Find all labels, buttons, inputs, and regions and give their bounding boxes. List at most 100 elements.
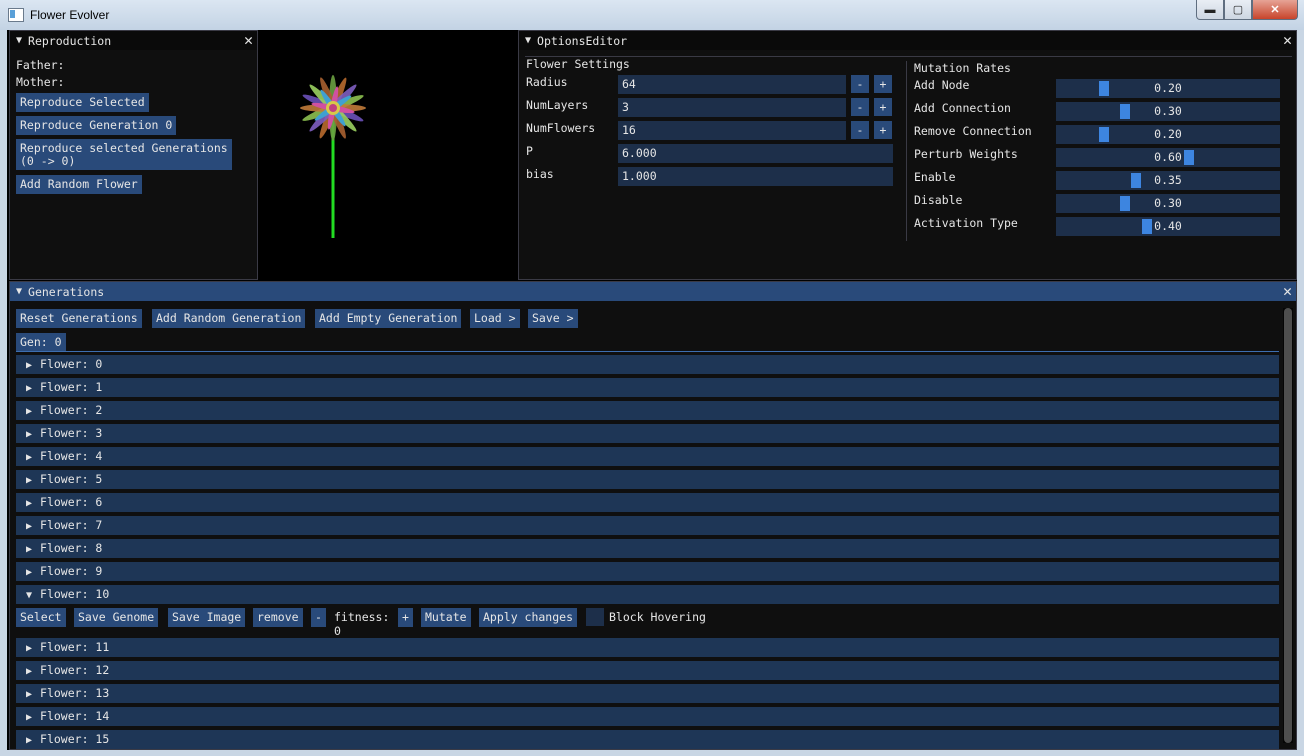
numlayers-increment-button[interactable]: +	[874, 98, 892, 116]
collapse-triangle-icon[interactable]: ▼	[525, 35, 531, 46]
generations-scrollbar[interactable]	[1283, 308, 1293, 743]
add-random-generation-button[interactable]: Add Random Generation	[152, 309, 306, 328]
expand-triangle-icon: ▶	[26, 689, 33, 700]
slider-value: 0.20	[1154, 81, 1182, 95]
p-input[interactable]: 6.000	[618, 144, 893, 163]
close-icon[interactable]: ✕	[1283, 283, 1292, 300]
collapse-triangle-icon[interactable]: ▼	[16, 286, 22, 297]
fitness-decrement-button[interactable]: -	[311, 608, 326, 627]
slider-value: 0.60	[1154, 150, 1182, 164]
save-button[interactable]: Save >	[528, 309, 578, 328]
slider-value: 0.20	[1154, 127, 1182, 141]
activation-type-slider[interactable]: 0.40	[1056, 217, 1280, 236]
window-titlebar: Flower Evolver ▬ ▢ ✕	[0, 0, 1304, 30]
flower-label: Flower: 13	[40, 686, 110, 700]
remove-connection-slider[interactable]: 0.20	[1056, 125, 1280, 144]
apply-changes-button[interactable]: Apply changes	[479, 608, 578, 627]
expand-triangle-icon: ▶	[26, 498, 33, 509]
options-editor-title-bar[interactable]: ▼ OptionsEditor ✕	[519, 31, 1296, 50]
options-editor-panel: ▼ OptionsEditor ✕ Flower Settings Radius…	[518, 30, 1297, 280]
flower-row-13[interactable]: ▶ Flower: 13	[16, 684, 1279, 703]
perturb-weights-slider[interactable]: 0.60	[1056, 148, 1280, 167]
flower-row-9[interactable]: ▶ Flower: 9	[16, 562, 1279, 581]
reproduce-generation-button[interactable]: Reproduce Generation 0	[16, 116, 177, 135]
select-flower-button[interactable]: Select	[16, 608, 66, 627]
flower-row-2[interactable]: ▶ Flower: 2	[16, 401, 1279, 420]
flower-label: Flower: 11	[40, 640, 110, 654]
radius-input[interactable]: 64	[618, 75, 846, 94]
add-connection-slider[interactable]: 0.30	[1056, 102, 1280, 121]
flower-row-6[interactable]: ▶ Flower: 6	[16, 493, 1279, 512]
expand-triangle-icon: ▶	[26, 521, 33, 532]
flower-row-14[interactable]: ▶ Flower: 14	[16, 707, 1279, 726]
flower-row-11[interactable]: ▶ Flower: 11	[16, 638, 1279, 657]
flower-label: Flower: 8	[40, 541, 103, 555]
fitness-increment-button[interactable]: +	[398, 608, 413, 627]
flower-row-1[interactable]: ▶ Flower: 1	[16, 378, 1279, 397]
p-label: P	[526, 144, 533, 158]
numlayers-label: NumLayers	[526, 98, 589, 112]
reset-generations-button[interactable]: Reset Generations	[16, 309, 142, 328]
radius-decrement-button[interactable]: -	[851, 75, 869, 93]
expand-triangle-icon: ▶	[26, 406, 33, 417]
close-window-button[interactable]: ✕	[1252, 0, 1298, 20]
collapse-triangle-icon[interactable]: ▼	[16, 35, 22, 46]
options-editor-title: OptionsEditor	[537, 33, 628, 48]
block-hovering-checkbox[interactable]	[586, 608, 604, 626]
flower-row-0[interactable]: ▶ Flower: 0	[16, 355, 1279, 374]
numlayers-decrement-button[interactable]: -	[851, 98, 869, 116]
flower-row-8[interactable]: ▶ Flower: 8	[16, 539, 1279, 558]
close-icon[interactable]: ✕	[244, 32, 253, 49]
fitness-label: fitness:	[334, 610, 390, 624]
flower-row-4[interactable]: ▶ Flower: 4	[16, 447, 1279, 466]
tab-gen-0[interactable]: Gen: 0	[16, 333, 66, 351]
generations-title-bar[interactable]: ▼ Generations ✕	[10, 282, 1296, 301]
flower-row-5[interactable]: ▶ Flower: 5	[16, 470, 1279, 489]
add-empty-generation-button[interactable]: Add Empty Generation	[315, 309, 462, 328]
maximize-button[interactable]: ▢	[1224, 0, 1252, 20]
close-icon[interactable]: ✕	[1283, 32, 1292, 49]
flower-row-10[interactable]: ▼ Flower: 10	[16, 585, 1279, 604]
expand-triangle-icon: ▶	[26, 360, 33, 371]
load-button[interactable]: Load >	[470, 309, 520, 328]
flower-label: Flower: 6	[40, 495, 103, 509]
reproduction-panel-title[interactable]: ▼ Reproduction ✕	[10, 31, 257, 50]
bias-input[interactable]: 1.000	[618, 167, 893, 186]
enable-slider[interactable]: 0.35	[1056, 171, 1280, 190]
numflowers-decrement-button[interactable]: -	[851, 121, 869, 139]
save-genome-button[interactable]: Save Genome	[74, 608, 159, 627]
minimize-button[interactable]: ▬	[1196, 0, 1224, 20]
add-node-label: Add Node	[914, 78, 970, 92]
expand-triangle-icon: ▶	[26, 452, 33, 463]
numlayers-input[interactable]: 3	[618, 98, 846, 117]
generations-title: Generations	[28, 284, 105, 299]
save-image-button[interactable]: Save Image	[168, 608, 246, 627]
flower-label: Flower: 3	[40, 426, 103, 440]
add-node-slider[interactable]: 0.20	[1056, 79, 1280, 98]
numflowers-increment-button[interactable]: +	[874, 121, 892, 139]
fitness-value: 0	[334, 624, 341, 638]
app-canvas: ▼ Reproduction ✕ Father: Mother: Reprodu…	[7, 30, 1297, 750]
activation-type-label: Activation Type	[914, 216, 1018, 230]
scrollbar-thumb[interactable]	[1284, 308, 1292, 743]
expand-triangle-icon: ▶	[26, 383, 33, 394]
add-random-flower-button[interactable]: Add Random Flower	[16, 175, 142, 194]
flower-preview-image	[300, 75, 366, 238]
generations-panel: ▼ Generations ✕ Reset Generations Add Ra…	[9, 281, 1297, 750]
flower-row-12[interactable]: ▶ Flower: 12	[16, 661, 1279, 680]
numflowers-input[interactable]: 16	[618, 121, 846, 140]
add-connection-label: Add Connection	[914, 101, 1011, 115]
reproduce-selected-generations-line2: (0 -> 0)	[20, 154, 76, 168]
radius-increment-button[interactable]: +	[874, 75, 892, 93]
remove-connection-label: Remove Connection	[914, 124, 1032, 138]
mutate-button[interactable]: Mutate	[421, 608, 471, 627]
flower-label: Flower: 7	[40, 518, 103, 532]
flower-row-15[interactable]: ▶ Flower: 15	[16, 730, 1279, 749]
reproduce-selected-generations-button[interactable]: Reproduce selected Generations (0 -> 0)	[16, 139, 232, 170]
flower-row-7[interactable]: ▶ Flower: 7	[16, 516, 1279, 535]
disable-slider[interactable]: 0.30	[1056, 194, 1280, 213]
flower-row-3[interactable]: ▶ Flower: 3	[16, 424, 1279, 443]
flower-label: Flower: 10	[40, 587, 110, 601]
remove-flower-button[interactable]: remove	[253, 608, 303, 627]
reproduce-selected-button[interactable]: Reproduce Selected	[16, 93, 149, 112]
